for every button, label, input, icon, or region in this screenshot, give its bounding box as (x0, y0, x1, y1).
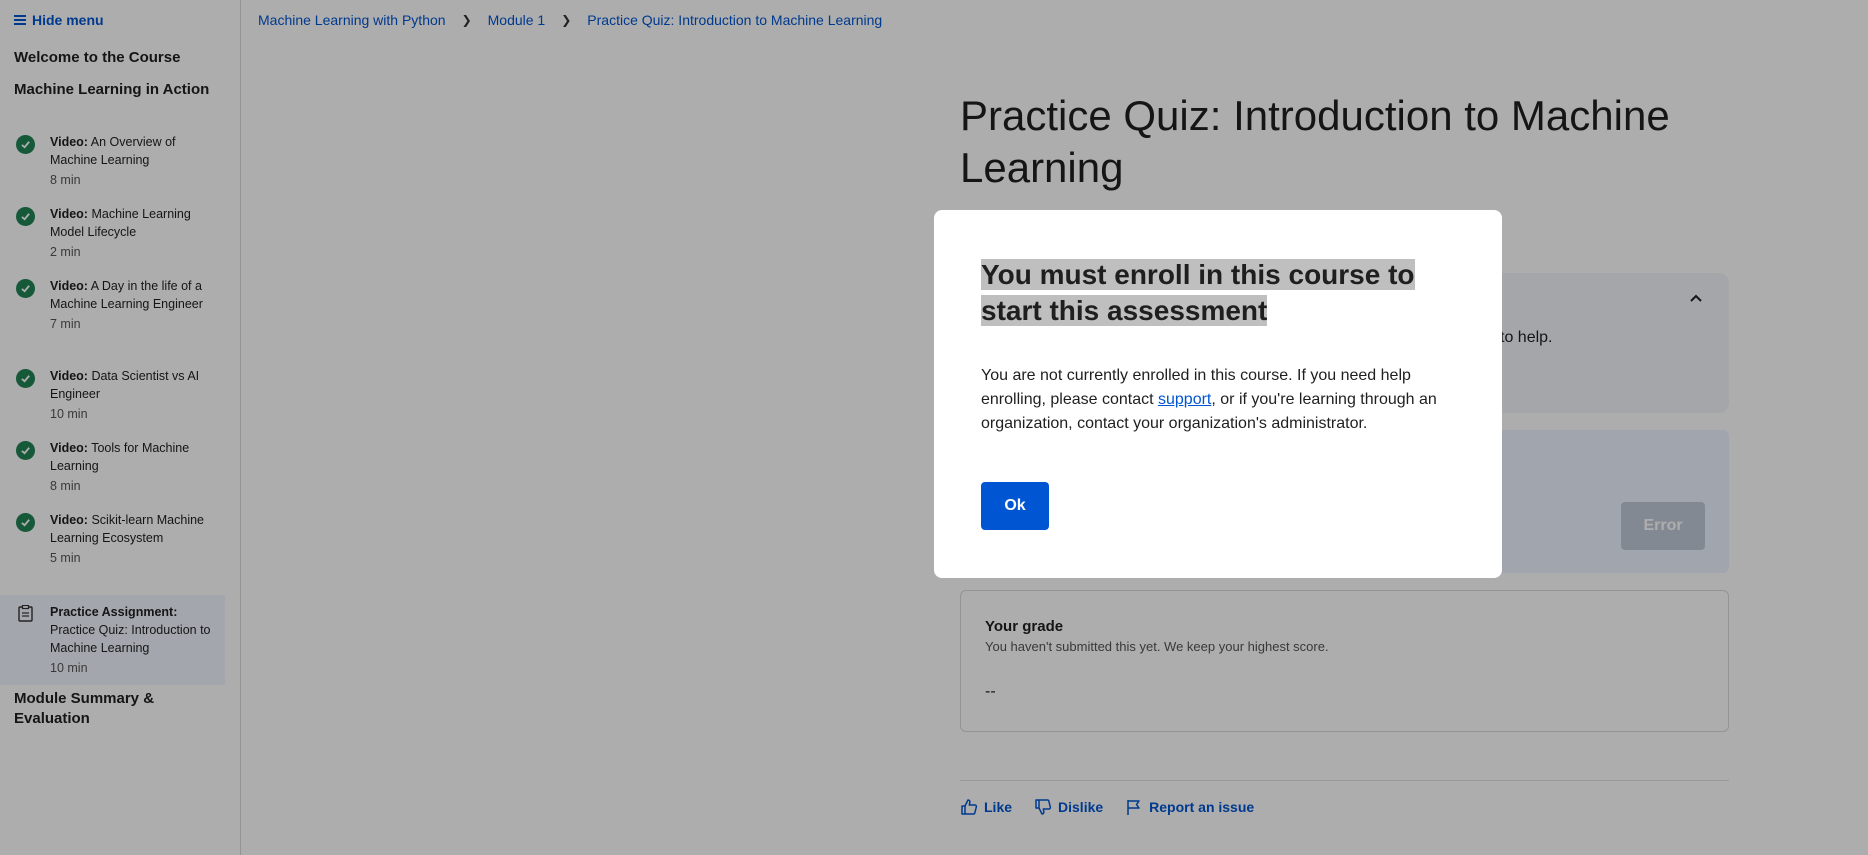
dialog-title-text: You must enroll in this course to start … (981, 259, 1415, 326)
dialog-title: You must enroll in this course to start … (981, 257, 1461, 329)
support-link[interactable]: support (1158, 391, 1211, 408)
dialog-body: You are not currently enrolled in this c… (981, 364, 1471, 436)
ok-button[interactable]: Ok (981, 482, 1049, 530)
enroll-required-dialog: You must enroll in this course to start … (934, 210, 1502, 578)
